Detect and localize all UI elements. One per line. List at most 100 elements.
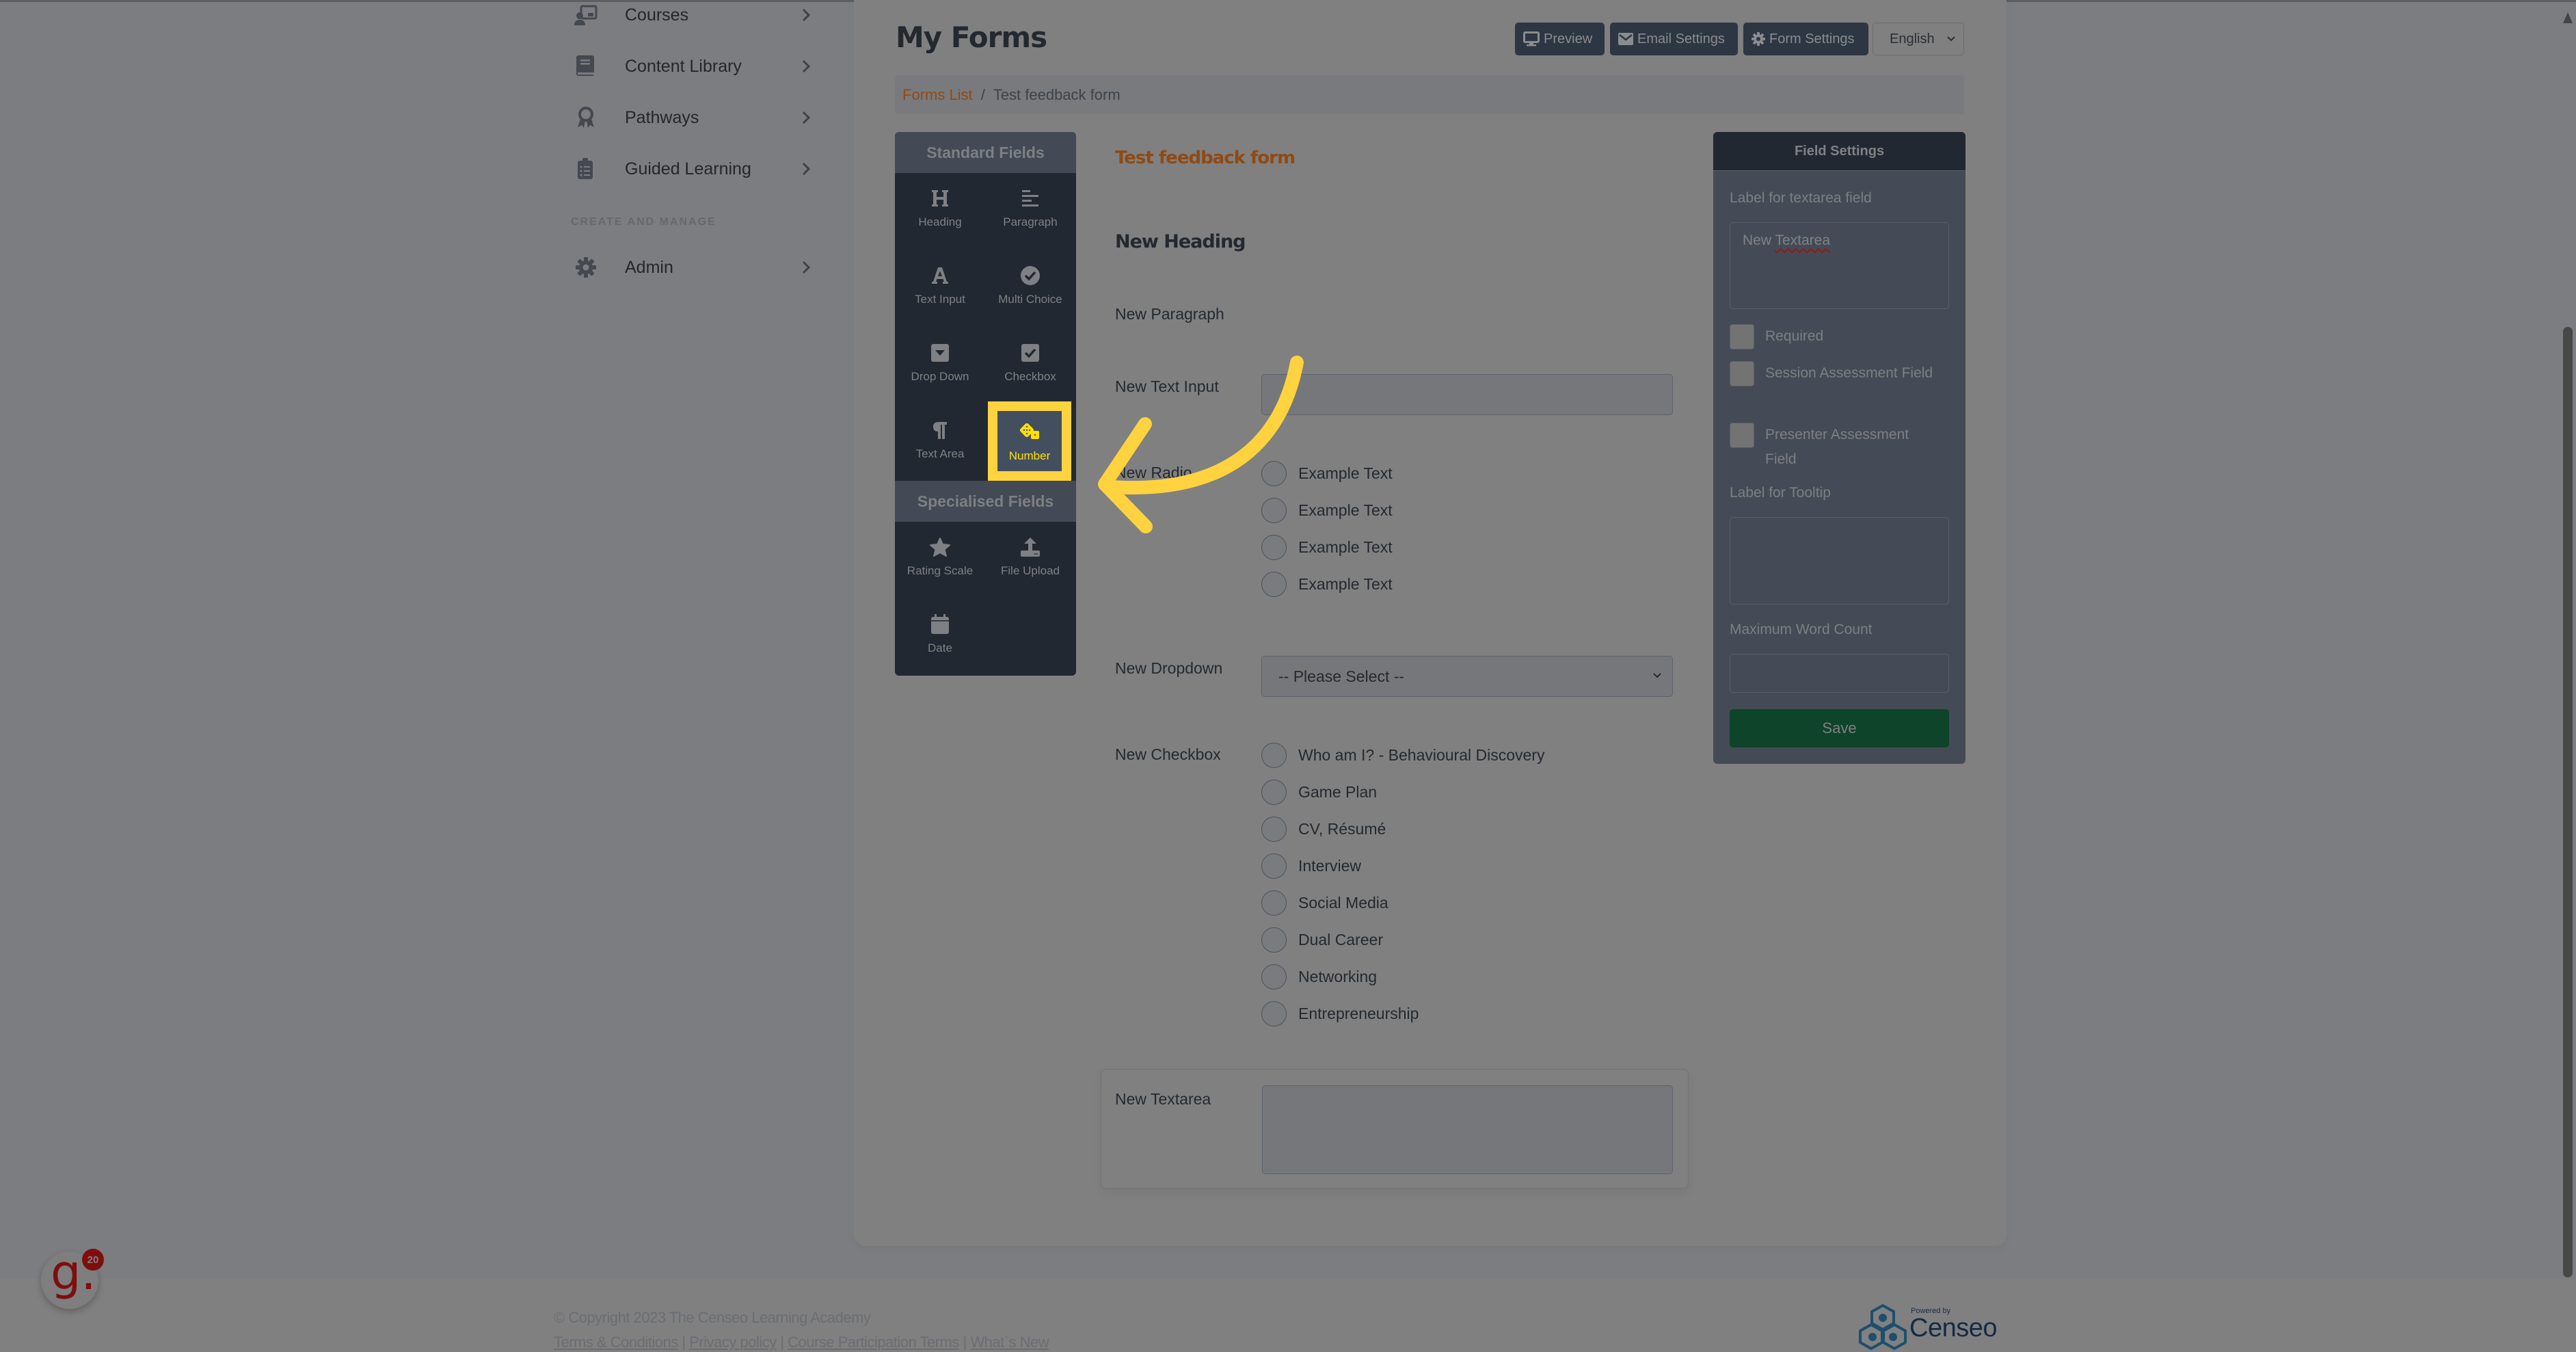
palette-item-drop-down[interactable]: Drop Down [898,328,982,396]
palette-item-label: Date [928,641,952,654]
dropdown-select[interactable]: -- Please Select -- [1261,656,1673,697]
checkbox-button[interactable] [1261,742,1287,768]
palette-item-number[interactable]: Number [988,401,1071,481]
palette-item-heading[interactable]: Heading [898,173,982,241]
form-heading-field[interactable]: New Heading [1115,231,1246,252]
checkbox-option-label: Interview [1298,856,1362,875]
sidebar-item-pathways[interactable]: Pathways [571,97,817,138]
checkbox-option-label: Social Media [1298,893,1388,912]
scrollbar-up-arrow[interactable] [2563,12,2573,23]
palette-item-paragraph[interactable]: Paragraph [989,173,1072,241]
checkbox-button[interactable] [1261,779,1287,805]
checkbox-option[interactable]: Who am I? - Behavioural Discovery [1261,741,1544,769]
checkbox-option-label: Dual Career [1298,930,1383,949]
palette-item-label: Rating Scale [907,564,974,577]
radio-button[interactable] [1261,497,1287,523]
checkbox-label: Presenter Assessment Field [1765,427,1909,467]
radio-option-label: Example Text [1298,538,1393,556]
preview-button[interactable]: Preview [1515,23,1605,55]
palette-item-checkbox[interactable]: Checkbox [989,328,1072,396]
required-checkbox[interactable]: Required [1730,324,1936,349]
palette-item-file-upload[interactable]: File Upload [989,522,1072,590]
palette-item-label: Paragraph [1003,215,1058,228]
checkbox-option[interactable]: CV, Résumé [1261,815,1386,843]
checkbox-option[interactable]: Networking [1261,963,1377,990]
radio-option-label: Example Text [1298,574,1393,593]
chevron-right-icon [802,8,811,22]
checkbox-box[interactable] [1730,361,1754,386]
checkbox-button[interactable] [1261,890,1287,916]
breadcrumb-forms-list-link[interactable]: Forms List [902,86,973,104]
whats-new-link[interactable]: What`s New [970,1334,1049,1351]
textarea-field[interactable] [1262,1085,1673,1174]
sidebar-item-courses[interactable]: Courses [571,0,817,36]
palette-item-rating-scale[interactable]: Rating Scale [898,522,982,590]
text-input-field[interactable] [1261,374,1673,415]
radio-option[interactable]: Example Text [1261,570,1393,598]
radio-option[interactable]: Example Text [1261,460,1393,487]
textarea-label: New Textarea [1115,1090,1211,1108]
label-textarea[interactable]: New Textarea [1730,222,1949,309]
email-settings-button[interactable]: Email Settings [1610,23,1738,55]
checkbox-option-label: Who am I? - Behavioural Discovery [1298,745,1545,764]
checkbox-button[interactable] [1261,816,1287,842]
checkbox-option-label: Networking [1298,967,1378,985]
radio-button[interactable] [1261,534,1287,560]
checkbox-button[interactable] [1261,1000,1287,1026]
tooltip-textarea[interactable] [1730,517,1949,605]
preview-label: Preview [1544,31,1593,47]
book-icon [571,51,601,81]
terms-link[interactable]: Terms & Conditions [554,1334,678,1351]
presenter-assessment-checkbox[interactable]: Presenter Assessment Field [1730,423,1936,472]
checkbox-option[interactable]: Entrepreneurship [1261,1000,1419,1027]
form-settings-button[interactable]: Form Settings [1743,23,1868,55]
guide-widget-button[interactable]: g. 20 [41,1245,104,1309]
radio-option[interactable]: Example Text [1261,496,1393,524]
radio-button[interactable] [1261,460,1287,486]
gear-icon [1752,32,1765,46]
checkbox-option[interactable]: Dual Career [1261,926,1383,953]
checkbox-option[interactable]: Interview [1261,852,1361,879]
radio-option-label: Example Text [1298,501,1393,519]
scrollbar-thumb[interactable] [2563,327,2573,1277]
check-circle-icon [1020,264,1041,287]
form-paragraph-field[interactable]: New Paragraph [1115,305,1224,323]
radio-option[interactable]: Example Text [1261,533,1393,561]
sidebar-item-label: Guided Learning [625,159,751,178]
privacy-link[interactable]: Privacy policy [689,1334,777,1351]
sidebar-item-content-library[interactable]: Content Library [571,46,817,87]
sidebar-item-admin[interactable]: Admin [571,247,817,288]
checkbox-button[interactable] [1261,853,1287,879]
course-participation-terms-link[interactable]: Course Participation Terms [788,1334,959,1351]
palette-item-multi-choice[interactable]: Multi Choice [989,250,1072,319]
session-assessment-checkbox[interactable]: Session Assessment Field [1730,361,1936,386]
language-select[interactable]: English [1873,23,1964,55]
checkbox-option-label: Game Plan [1298,782,1378,801]
desktop-icon [1523,31,1540,47]
sidebar-item-guided-learning[interactable]: Guided Learning [571,148,817,189]
checkbox-option[interactable]: Social Media [1261,889,1388,916]
standard-fields-header: Standard Fields [895,132,1076,173]
checkbox-button[interactable] [1261,964,1287,990]
checkbox-box[interactable] [1730,324,1754,349]
palette-item-label: Multi Choice [998,293,1062,306]
palette-item-text-area[interactable]: Text Area [898,405,982,473]
font-icon [930,264,950,287]
max-word-count-input[interactable] [1730,654,1949,693]
palette-item-text-input[interactable]: Text Input [898,250,982,319]
chevron-right-icon [802,162,811,176]
radio-button[interactable] [1261,571,1287,597]
envelope-icon [1618,33,1633,45]
clipboard-list-icon [571,154,601,184]
checkbox-option[interactable]: Game Plan [1261,778,1377,806]
save-button[interactable]: Save [1730,709,1949,747]
palette-item-label: File Upload [1001,564,1060,577]
caret-square-down-icon [930,341,950,364]
palette-item-label: Drop Down [911,370,969,383]
page-title: My Forms [896,21,1047,54]
footer [0,1279,2576,1352]
checkbox-button[interactable] [1261,927,1287,953]
palette-item-date[interactable]: Date [898,599,982,667]
copyright-text: © Copyright 2023 The Censeo Learning Aca… [554,1309,871,1326]
checkbox-box[interactable] [1730,423,1754,448]
